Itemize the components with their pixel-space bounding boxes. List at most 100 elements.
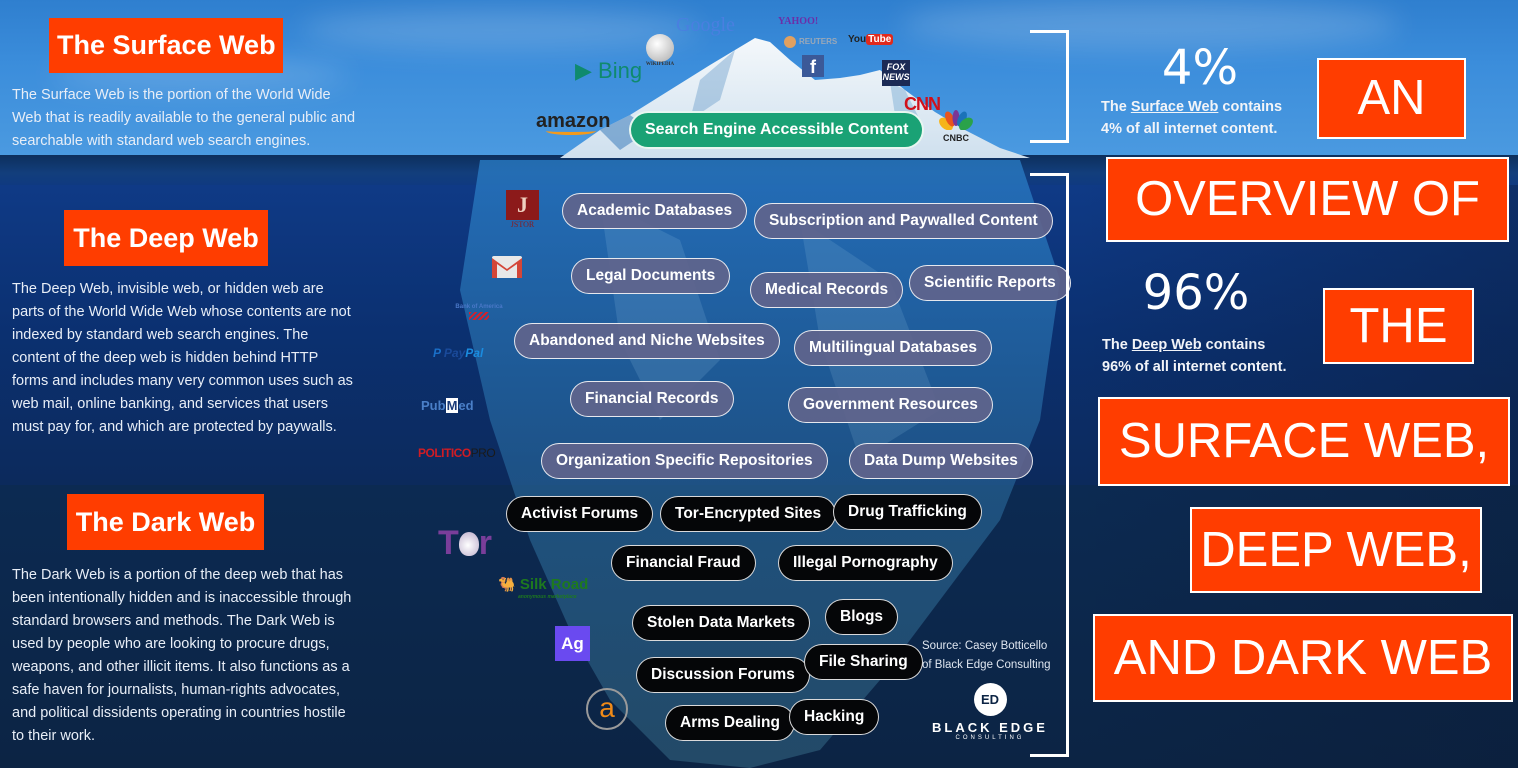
pill-financial-fraud[interactable]: Financial Fraud (611, 545, 756, 581)
news-text: NEWS (882, 72, 910, 82)
deep-web-description: The Deep Web, invisible web, or hidden w… (12, 281, 353, 435)
jstor-text: JSTOR (510, 220, 535, 229)
source-line-1: Source: Casey Botticello (922, 640, 1048, 652)
silk-road-subtext: anonymous marketplace (518, 594, 577, 600)
wikipedia-text: WIKIPEDIA (645, 62, 675, 67)
facebook-logo: f (802, 55, 824, 77)
stat-prefix: The (1102, 337, 1132, 353)
pill-multilingual-databases[interactable]: Multilingual Databases (794, 330, 992, 366)
amazon-logo: amazon (536, 110, 610, 135)
camel-icon: 🐫 (498, 576, 516, 592)
headline-the: THE (1323, 288, 1474, 364)
pill-drug-trafficking[interactable]: Drug Trafficking (833, 494, 982, 530)
pill-search-engine-accessible-content[interactable]: Search Engine Accessible Content (629, 111, 925, 149)
youtube-logo: You Tube (848, 34, 894, 45)
fox-text: FOX (886, 62, 906, 72)
bank-of-america-logo: Bank of America (454, 304, 504, 322)
headline-and-dark-web: AND DARK WEB (1093, 614, 1513, 702)
deep-stat-description: The Deep Web contains 96% of all interne… (1102, 334, 1287, 378)
bing-icon: ▶ (575, 58, 592, 83)
tor-logo: Tr (438, 524, 492, 563)
pill-tor-encrypted-sites[interactable]: Tor-Encrypted Sites (660, 496, 837, 532)
stat-suffix: contains (1218, 99, 1283, 115)
cnbc-text: CNBC (943, 133, 969, 143)
pill-arms-dealing[interactable]: Arms Dealing (665, 705, 795, 741)
surface-web-title: The Surface Web (49, 18, 283, 73)
pill-financial-records[interactable]: Financial Records (570, 381, 734, 417)
deep-web-link[interactable]: Deep Web (1132, 337, 1202, 353)
amazon-text: amazon (536, 110, 611, 132)
pill-legal-documents[interactable]: Legal Documents (571, 258, 731, 294)
pill-hacking[interactable]: Hacking (789, 699, 880, 735)
pill-stolen-data-markets[interactable]: Stolen Data Markets (632, 605, 811, 641)
yahoo-logo: YAHOO! (778, 16, 819, 27)
pubmed-m-icon: M (445, 398, 459, 413)
gmail-icon (492, 256, 522, 278)
reuters-icon (784, 36, 796, 48)
headline-surface-web: SURFACE WEB, (1098, 397, 1510, 486)
surface-web-description: The Surface Web is the portion of the Wo… (12, 87, 356, 149)
headline-an: AN (1317, 58, 1466, 139)
paypal-logo: P PayPal (433, 346, 483, 360)
politico-pro-text: PRO (470, 446, 496, 460)
black-edge-consulting-text: CONSULTING (955, 735, 1025, 741)
headline-overview-of: OVERVIEW OF (1106, 157, 1509, 242)
pill-academic-databases[interactable]: Academic Databases (562, 193, 748, 229)
pill-activist-forums[interactable]: Activist Forums (506, 496, 654, 532)
youtube-tube: Tube (866, 34, 894, 45)
youtube-you: You (848, 34, 867, 45)
politico-text: POLITICO (418, 446, 471, 460)
paypal-pal-text: Pal (465, 346, 484, 360)
pill-illegal-pornography[interactable]: Illegal Pornography (778, 545, 953, 581)
pill-abandoned-niche-websites[interactable]: Abandoned and Niche Websites (514, 323, 780, 359)
pubmed-pub-text: Pub (421, 398, 446, 413)
surface-stat-line-2: 4% of all internet content. (1101, 121, 1278, 137)
surface-percent: 4% (1161, 40, 1239, 96)
pill-file-sharing[interactable]: File Sharing (804, 644, 923, 680)
paypal-pay-text: Pay (443, 346, 466, 360)
headline-deep-web: DEEP WEB, (1190, 507, 1482, 593)
tor-r-text: r (478, 524, 493, 562)
google-logo: Google (676, 14, 735, 37)
stat-prefix: The (1101, 99, 1131, 115)
wikipedia-globe-icon (646, 34, 674, 62)
deep-stat-line-1: The Deep Web contains (1102, 334, 1287, 356)
surface-web-link[interactable]: Surface Web (1131, 99, 1219, 115)
reuters-logo: REUTERS (784, 36, 837, 48)
source-credit: Source: Casey Botticello of Black Edge C… (922, 637, 1051, 675)
wikipedia-logo: WIKIPEDIA (645, 34, 675, 67)
pill-medical-records[interactable]: Medical Records (750, 272, 904, 308)
pill-subscription-paywalled[interactable]: Subscription and Paywalled Content (754, 203, 1053, 239)
surface-bracket (1030, 30, 1069, 143)
pill-organization-repositories[interactable]: Organization Specific Repositories (541, 443, 828, 479)
silk-road-logo: 🐫 Silk Road anonymous marketplace (498, 576, 588, 600)
jstor-logo: J JSTOR (506, 190, 539, 229)
agora-logo: Ag (555, 626, 590, 661)
surface-stat-description: The Surface Web contains 4% of all inter… (1101, 96, 1282, 140)
bank-of-america-text: Bank of America (455, 304, 503, 310)
pill-blogs[interactable]: Blogs (825, 599, 899, 635)
cnbc-logo: CNBC (936, 110, 976, 143)
alphabay-logo: a (586, 688, 628, 730)
pubmed-logo: PubMed (421, 398, 474, 413)
surface-stat-line-1: The Surface Web contains (1101, 96, 1282, 118)
bank-of-america-flag-icon (469, 312, 489, 320)
bing-logo: ▶ Bing (575, 58, 642, 84)
black-edge-brand-text: BLACK EDGE (932, 720, 1048, 735)
reuters-text: REUTERS (799, 37, 838, 47)
deep-stat-line-2: 96% of all internet content. (1102, 359, 1287, 375)
politico-pro-logo: POLITICOPRO (418, 446, 496, 460)
pubmed-ed-text: ed (458, 398, 474, 413)
tor-onion-icon (458, 532, 479, 556)
google-logo-text: Google (676, 14, 735, 36)
black-edge-mark-icon: ED (973, 683, 1007, 716)
pill-discussion-forums[interactable]: Discussion Forums (636, 657, 810, 693)
pill-data-dump-websites[interactable]: Data Dump Websites (849, 443, 1033, 479)
gmail-logo (492, 256, 522, 283)
stat-suffix: contains (1201, 337, 1266, 353)
deep-web-title: The Deep Web (64, 210, 268, 266)
peacock-icon (939, 110, 973, 131)
deep-percent: 96% (1142, 265, 1250, 321)
source-line-2: of Black Edge Consulting (922, 659, 1051, 671)
pill-government-resources[interactable]: Government Resources (788, 387, 993, 423)
